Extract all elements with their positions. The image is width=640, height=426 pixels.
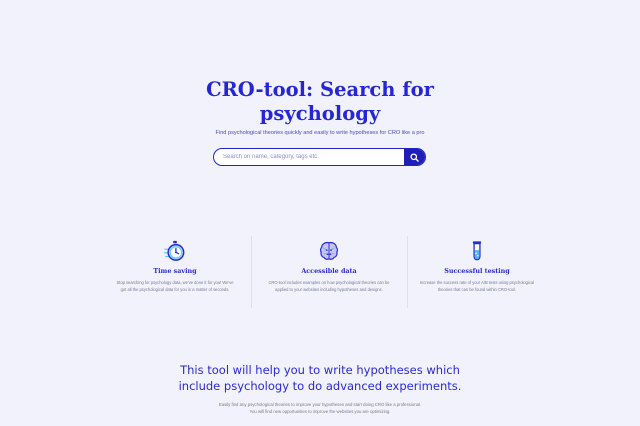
search-bar xyxy=(213,148,426,166)
feature-text: Increase the success rate of your A/B te… xyxy=(419,280,535,292)
hero-title-line-1: CRO-tool: Search for xyxy=(206,78,434,101)
feature-accessible-data: Accessible data CRO-tool includes exampl… xyxy=(259,240,399,294)
search-icon xyxy=(410,152,419,162)
feature-successful-testing: Successful testing Increase the success … xyxy=(407,240,547,294)
feature-title: Accessible data xyxy=(301,267,357,275)
feature-time-saving: Time saving Stop searching for psycholog… xyxy=(105,240,245,294)
section-title-line-2: include psychology to do advanced experi… xyxy=(178,379,462,393)
section-title: This tool will help you to write hypothe… xyxy=(0,362,640,394)
feature-text: CRO-tool includes examples on how psycho… xyxy=(268,280,390,292)
search-input[interactable] xyxy=(223,149,403,165)
feature-text: Stop searching for psychology data, we'v… xyxy=(116,280,234,292)
test-tube-icon xyxy=(472,241,482,261)
hero-title-line-2: psychology xyxy=(259,102,381,125)
hero-title: CRO-tool: Search for psychology xyxy=(0,78,640,126)
stopwatch-icon xyxy=(164,240,185,261)
section-title-line-1: This tool will help you to write hypothe… xyxy=(180,363,460,377)
feature-divider xyxy=(251,236,252,308)
hero-subtitle: Find psychological theories quickly and … xyxy=(215,130,425,136)
brain-icon xyxy=(319,241,339,260)
feature-title: Time saving xyxy=(153,267,197,275)
search-button[interactable] xyxy=(404,149,425,165)
feature-title: Successful testing xyxy=(444,267,510,275)
section-text: Easily find any psychological theories t… xyxy=(218,402,422,414)
